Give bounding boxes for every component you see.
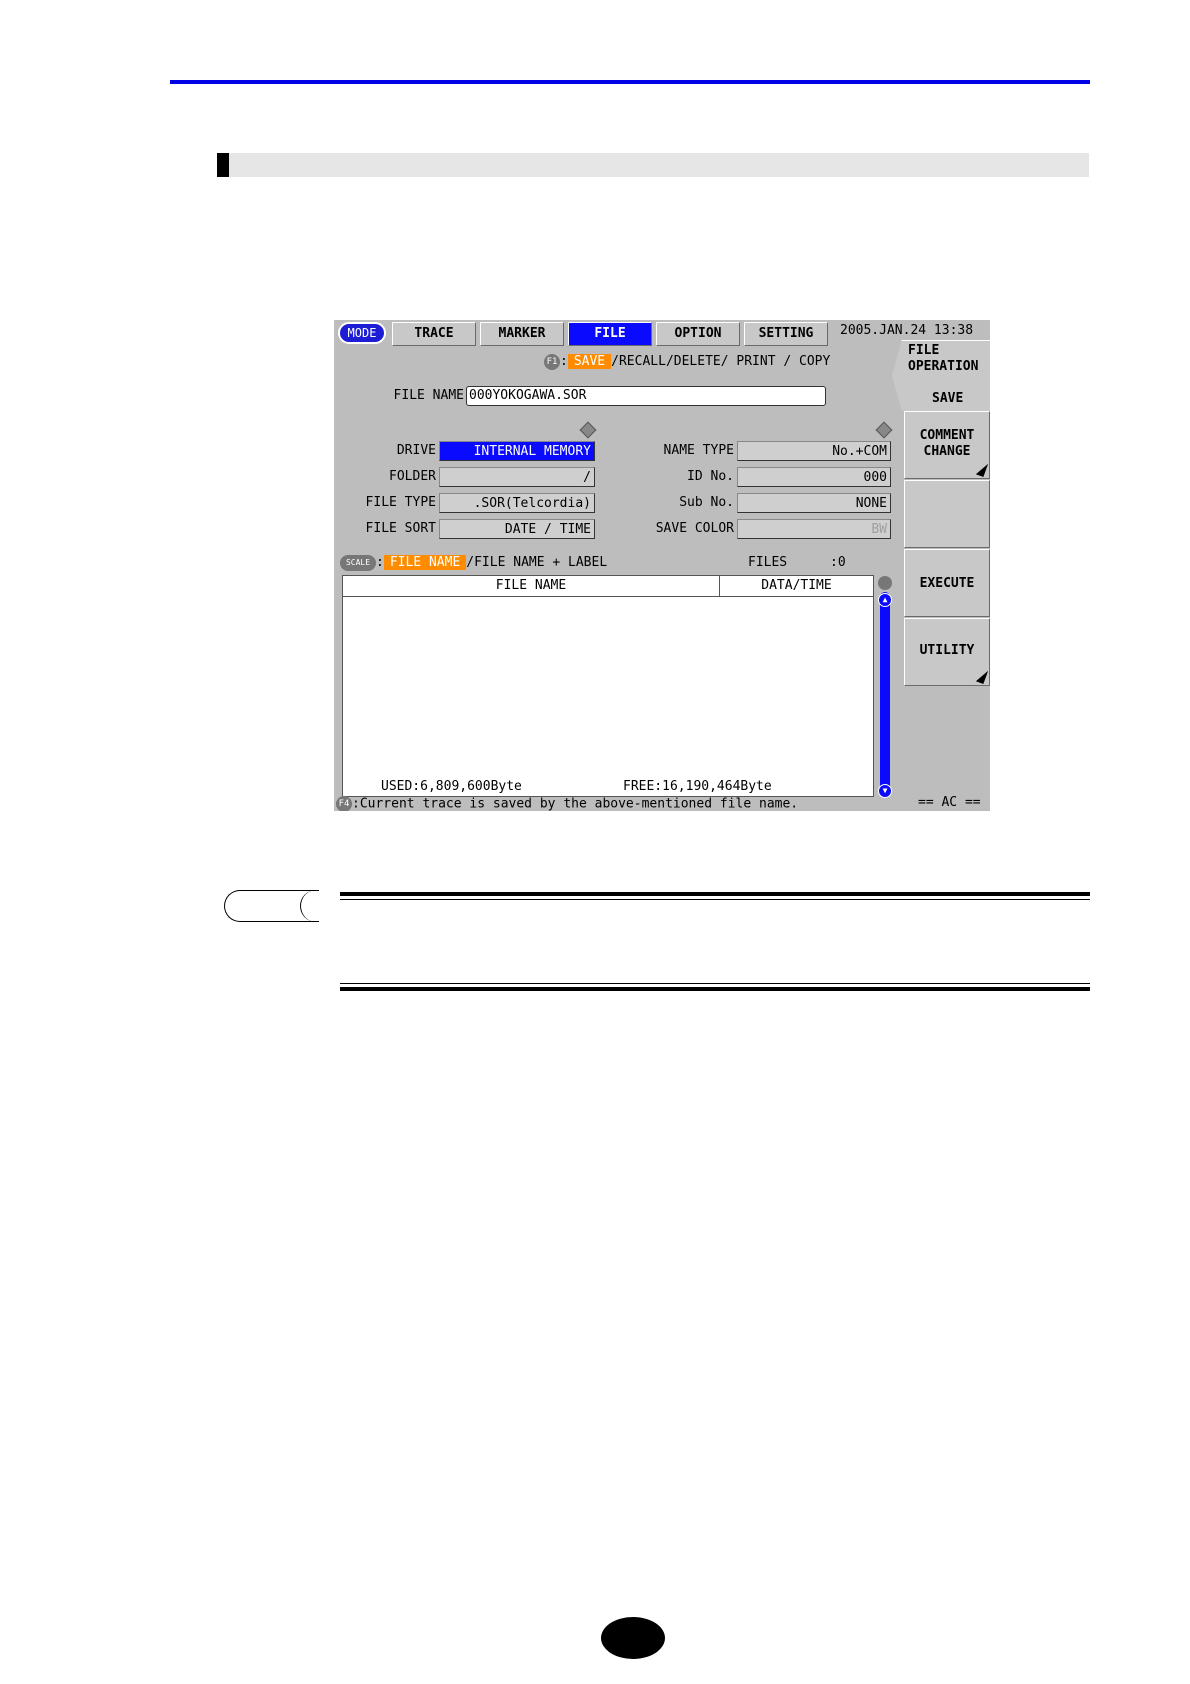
scale-selector: SCALE: FILE NAME/FILE NAME + LABEL — [340, 554, 607, 572]
utility-label: UTILITY — [919, 643, 975, 658]
drive-label: DRIVE — [396, 443, 436, 458]
scale-file-name-label[interactable]: FILE NAME + LABEL — [474, 555, 607, 570]
note-bottom-rule — [340, 987, 1090, 991]
file-name-field[interactable]: 000YOKOGAWA.SOR — [466, 386, 826, 406]
scroll-down-icon[interactable]: ▼ — [878, 784, 892, 798]
used-space: USED:6,809,600Byte — [381, 779, 522, 794]
drive-field[interactable]: INTERNAL MEMORY — [439, 441, 595, 461]
files-label: FILES — [748, 555, 788, 570]
folder-field[interactable]: / — [439, 467, 595, 487]
subselect-copy[interactable]: COPY — [799, 354, 830, 369]
section-marker — [217, 153, 229, 177]
file-name-label: FILE NAME — [393, 388, 464, 403]
file-type-label: FILE TYPE — [365, 495, 436, 510]
tab-option[interactable]: OPTION — [656, 322, 740, 346]
mode-button[interactable]: MODE — [338, 322, 386, 344]
note-bottom-rule-thin — [340, 983, 1090, 984]
scroll-up-icon[interactable]: ▲ — [878, 593, 892, 607]
column-data-time[interactable]: DATA/TIME — [720, 576, 873, 596]
files-count: :0 — [830, 555, 846, 570]
subselect-delete[interactable]: DELETE — [674, 354, 721, 369]
datetime: 2005.JAN.24 13:38 — [840, 323, 974, 338]
blank-softkey[interactable] — [904, 480, 990, 548]
sub-no-label: Sub No. — [679, 495, 734, 510]
left-nav-diamond-icon — [579, 421, 597, 439]
status-text: :Current trace is saved by the above-men… — [352, 796, 799, 812]
column-file-name[interactable]: FILE NAME — [343, 576, 720, 596]
file-sort-label: FILE SORT — [365, 521, 436, 536]
sub-no-field[interactable]: NONE — [737, 493, 891, 513]
file-sort-field[interactable]: DATE / TIME — [439, 519, 595, 539]
page-number-badge — [601, 1617, 665, 1659]
subselect-save[interactable]: SAVE — [567, 354, 612, 369]
f1-key-icon: F1 — [544, 353, 560, 370]
note-top-rule-thin — [340, 899, 1090, 900]
comment-label: COMMENT — [919, 428, 975, 443]
execute-softkey[interactable]: EXECUTE — [904, 549, 990, 617]
function-selector: F1: SAVE/RECALL/DELETE/ PRINT / COPY — [544, 353, 830, 371]
tab-setting[interactable]: SETTING — [744, 322, 828, 346]
power-indicator: == AC == — [918, 795, 981, 810]
folder-label: FOLDER — [389, 469, 436, 484]
utility-softkey[interactable]: UTILITY — [904, 618, 990, 686]
file-list-header: FILE NAME DATA/TIME — [343, 576, 873, 597]
subselect-print[interactable]: PRINT — [736, 354, 775, 369]
name-type-field[interactable]: No.+COM — [737, 441, 891, 461]
id-no-label: ID No. — [687, 469, 734, 484]
note-icon-curve — [300, 890, 330, 922]
softkey-header: FILE OPERATION SAVE — [892, 340, 990, 411]
file-type-field[interactable]: .SOR(Telcordia) — [439, 493, 595, 513]
softkey-header-line2: OPERATION — [908, 359, 979, 374]
name-type-label: NAME TYPE — [663, 443, 734, 458]
scrollbar[interactable] — [880, 592, 890, 798]
softkey-header-sub: SAVE — [932, 391, 964, 406]
free-space: FREE:16,190,464Byte — [623, 779, 772, 794]
status-line: F4:Current trace is saved by the above-m… — [336, 796, 798, 811]
tab-file[interactable]: FILE — [568, 322, 652, 346]
subselect-recall[interactable]: RECALL — [619, 354, 666, 369]
note-top-rule — [340, 892, 1090, 896]
change-label: CHANGE — [923, 444, 971, 459]
softkey-header-line1: FILE — [908, 343, 940, 358]
submenu-arrow-icon — [975, 461, 989, 477]
submenu-arrow-icon — [975, 668, 989, 684]
header-rule — [170, 80, 1090, 84]
tab-trace[interactable]: TRACE — [392, 322, 476, 346]
device-screen: MODE TRACE MARKER FILE OPTION SETTING 20… — [334, 320, 990, 811]
list-settings-icon — [878, 576, 892, 590]
f4-key-icon: F4 — [336, 796, 352, 811]
right-nav-diamond-icon — [875, 421, 893, 439]
tab-marker[interactable]: MARKER — [480, 322, 564, 346]
scale-key-icon: SCALE — [340, 554, 376, 571]
section-heading-bar — [217, 153, 1089, 177]
comment-change-softkey[interactable]: COMMENT CHANGE — [904, 411, 990, 479]
save-color-label: SAVE COLOR — [655, 521, 734, 536]
id-no-field[interactable]: 000 — [737, 467, 891, 487]
save-color-field: BW — [737, 519, 891, 539]
file-list[interactable]: FILE NAME DATA/TIME USED:6,809,600Byte F… — [342, 575, 874, 797]
scale-file-name[interactable]: FILE NAME — [383, 555, 467, 570]
